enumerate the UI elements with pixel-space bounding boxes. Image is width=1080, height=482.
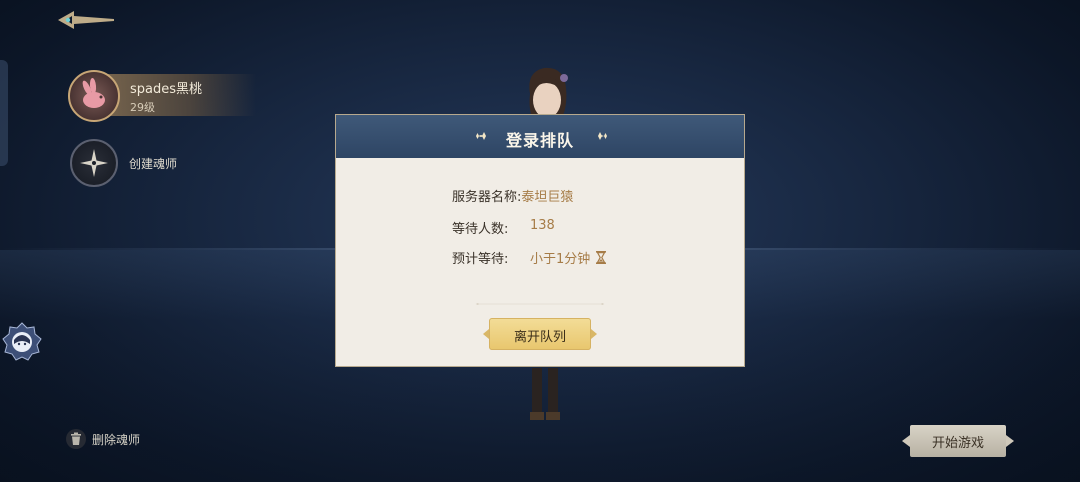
waiting-count-label: 等待人数: (452, 222, 509, 237)
character-name: spades黑桃 (130, 82, 203, 97)
start-game-label: 开始游戏 (931, 436, 984, 451)
server-name-row: 服务器名称:泰坦巨猿 (452, 186, 573, 205)
character-avatar (68, 70, 120, 122)
eta-value: 小于1分钟 (530, 252, 591, 267)
eta-row: 预计等待: 小于1分钟 (452, 248, 607, 267)
mascot-icon (2, 322, 42, 361)
hourglass-icon (596, 251, 607, 264)
assistant-badge[interactable] (2, 322, 42, 362)
character-slot-selected[interactable]: spades黑桃 29级 (66, 70, 256, 122)
create-character-label: 创建魂师 (129, 157, 178, 171)
server-name-value: 泰坦巨猿 (521, 190, 574, 205)
delete-character-button[interactable]: 删除魂师 (64, 428, 154, 450)
create-character-slot[interactable]: 创建魂师 (70, 139, 230, 189)
leave-queue-button[interactable]: 离开队列 (483, 318, 597, 350)
character-level: 29级 (130, 101, 155, 114)
star-compass-icon (80, 149, 108, 177)
leave-queue-label: 离开队列 (513, 330, 566, 345)
login-queue-dialog: 登录排队 服务器名称:泰坦巨猿 等待人数: 138 预计等待: 小于1分钟 离开… (335, 114, 745, 367)
create-character-button[interactable] (70, 139, 118, 187)
server-name-label: 服务器名称: (452, 190, 522, 205)
waiting-count-row: 等待人数: 138 (452, 218, 555, 237)
dialog-title: 登录排队 (505, 131, 574, 150)
start-game-button[interactable]: 开始游戏 (902, 425, 1014, 457)
left-edge-tab (0, 60, 8, 166)
dialog-header: 登录排队 (336, 115, 744, 158)
back-arrow-icon (58, 11, 114, 29)
back-button[interactable] (54, 6, 118, 34)
delete-character-label: 删除魂师 (92, 433, 141, 447)
waiting-count-value: 138 (530, 218, 555, 233)
dialog-divider (475, 303, 605, 305)
rabbit-icon (82, 78, 105, 108)
trash-icon (66, 429, 86, 449)
eta-label: 预计等待: (452, 252, 509, 267)
